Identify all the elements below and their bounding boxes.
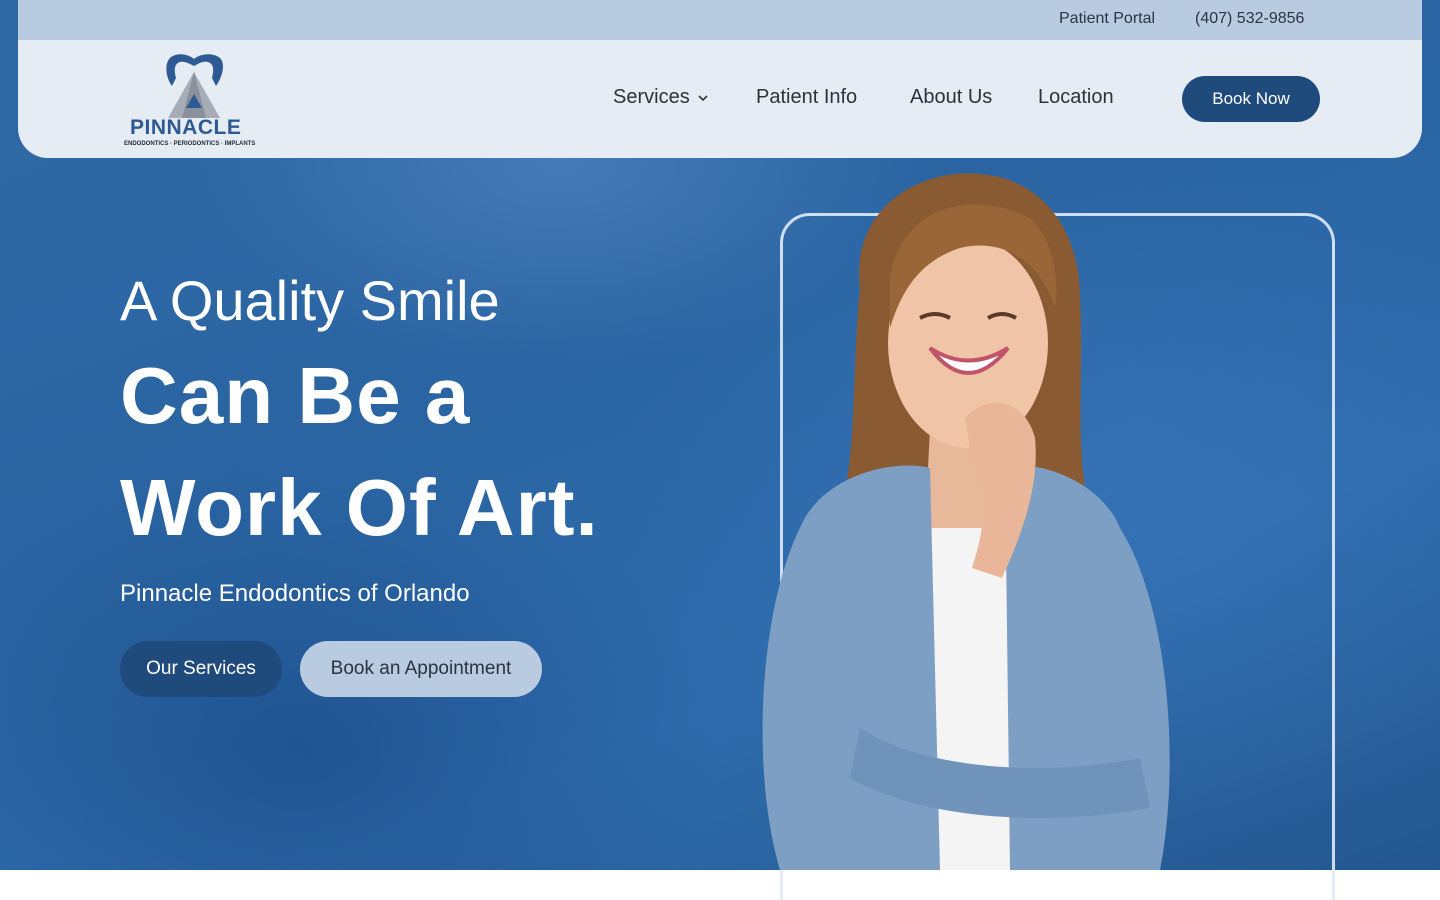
headline-light: A Quality Smile bbox=[120, 269, 500, 332]
logo-wordmark: PINNACLE bbox=[130, 116, 242, 139]
headline-bold-line-2: Work Of Art. bbox=[120, 463, 599, 552]
smiling-woman-photo bbox=[762, 173, 1170, 870]
pinnacle-logo[interactable]: PINNACLE ENDODONTICS · PERIODONTICS · IM… bbox=[122, 50, 272, 150]
headline-bold-line-1: Can Be a bbox=[120, 351, 471, 440]
hero-subtitle: Pinnacle Endodontics of Orlando bbox=[120, 580, 470, 607]
nav-about-us-label: About Us bbox=[910, 86, 993, 108]
nav-location[interactable]: Location bbox=[1038, 86, 1114, 109]
nav-patient-info-label: Patient Info bbox=[756, 86, 858, 108]
nav-about-us[interactable]: About Us bbox=[910, 86, 992, 109]
main-navbar: PINNACLE ENDODONTICS · PERIODONTICS · IM… bbox=[18, 40, 1422, 158]
tooth-mountain-logo-icon bbox=[166, 54, 223, 118]
nav-patient-info[interactable]: Patient Info bbox=[756, 86, 857, 109]
logo-tagline: ENDODONTICS · PERIODONTICS · IMPLANTS bbox=[124, 141, 256, 147]
nav-services-label: Services bbox=[613, 86, 690, 108]
patient-portal-link[interactable]: Patient Portal bbox=[1059, 10, 1155, 28]
top-utility-bar: Patient Portal (407) 532-9856 bbox=[18, 0, 1422, 40]
nav-services[interactable]: Services bbox=[613, 86, 708, 109]
phone-link[interactable]: (407) 532-9856 bbox=[1195, 10, 1304, 28]
our-services-button[interactable]: Our Services bbox=[120, 641, 282, 697]
chevron-down-icon bbox=[698, 94, 708, 101]
book-now-button[interactable]: Book Now bbox=[1182, 76, 1320, 122]
nav-location-label: Location bbox=[1038, 86, 1114, 108]
book-appointment-button[interactable]: Book an Appointment bbox=[300, 641, 542, 697]
